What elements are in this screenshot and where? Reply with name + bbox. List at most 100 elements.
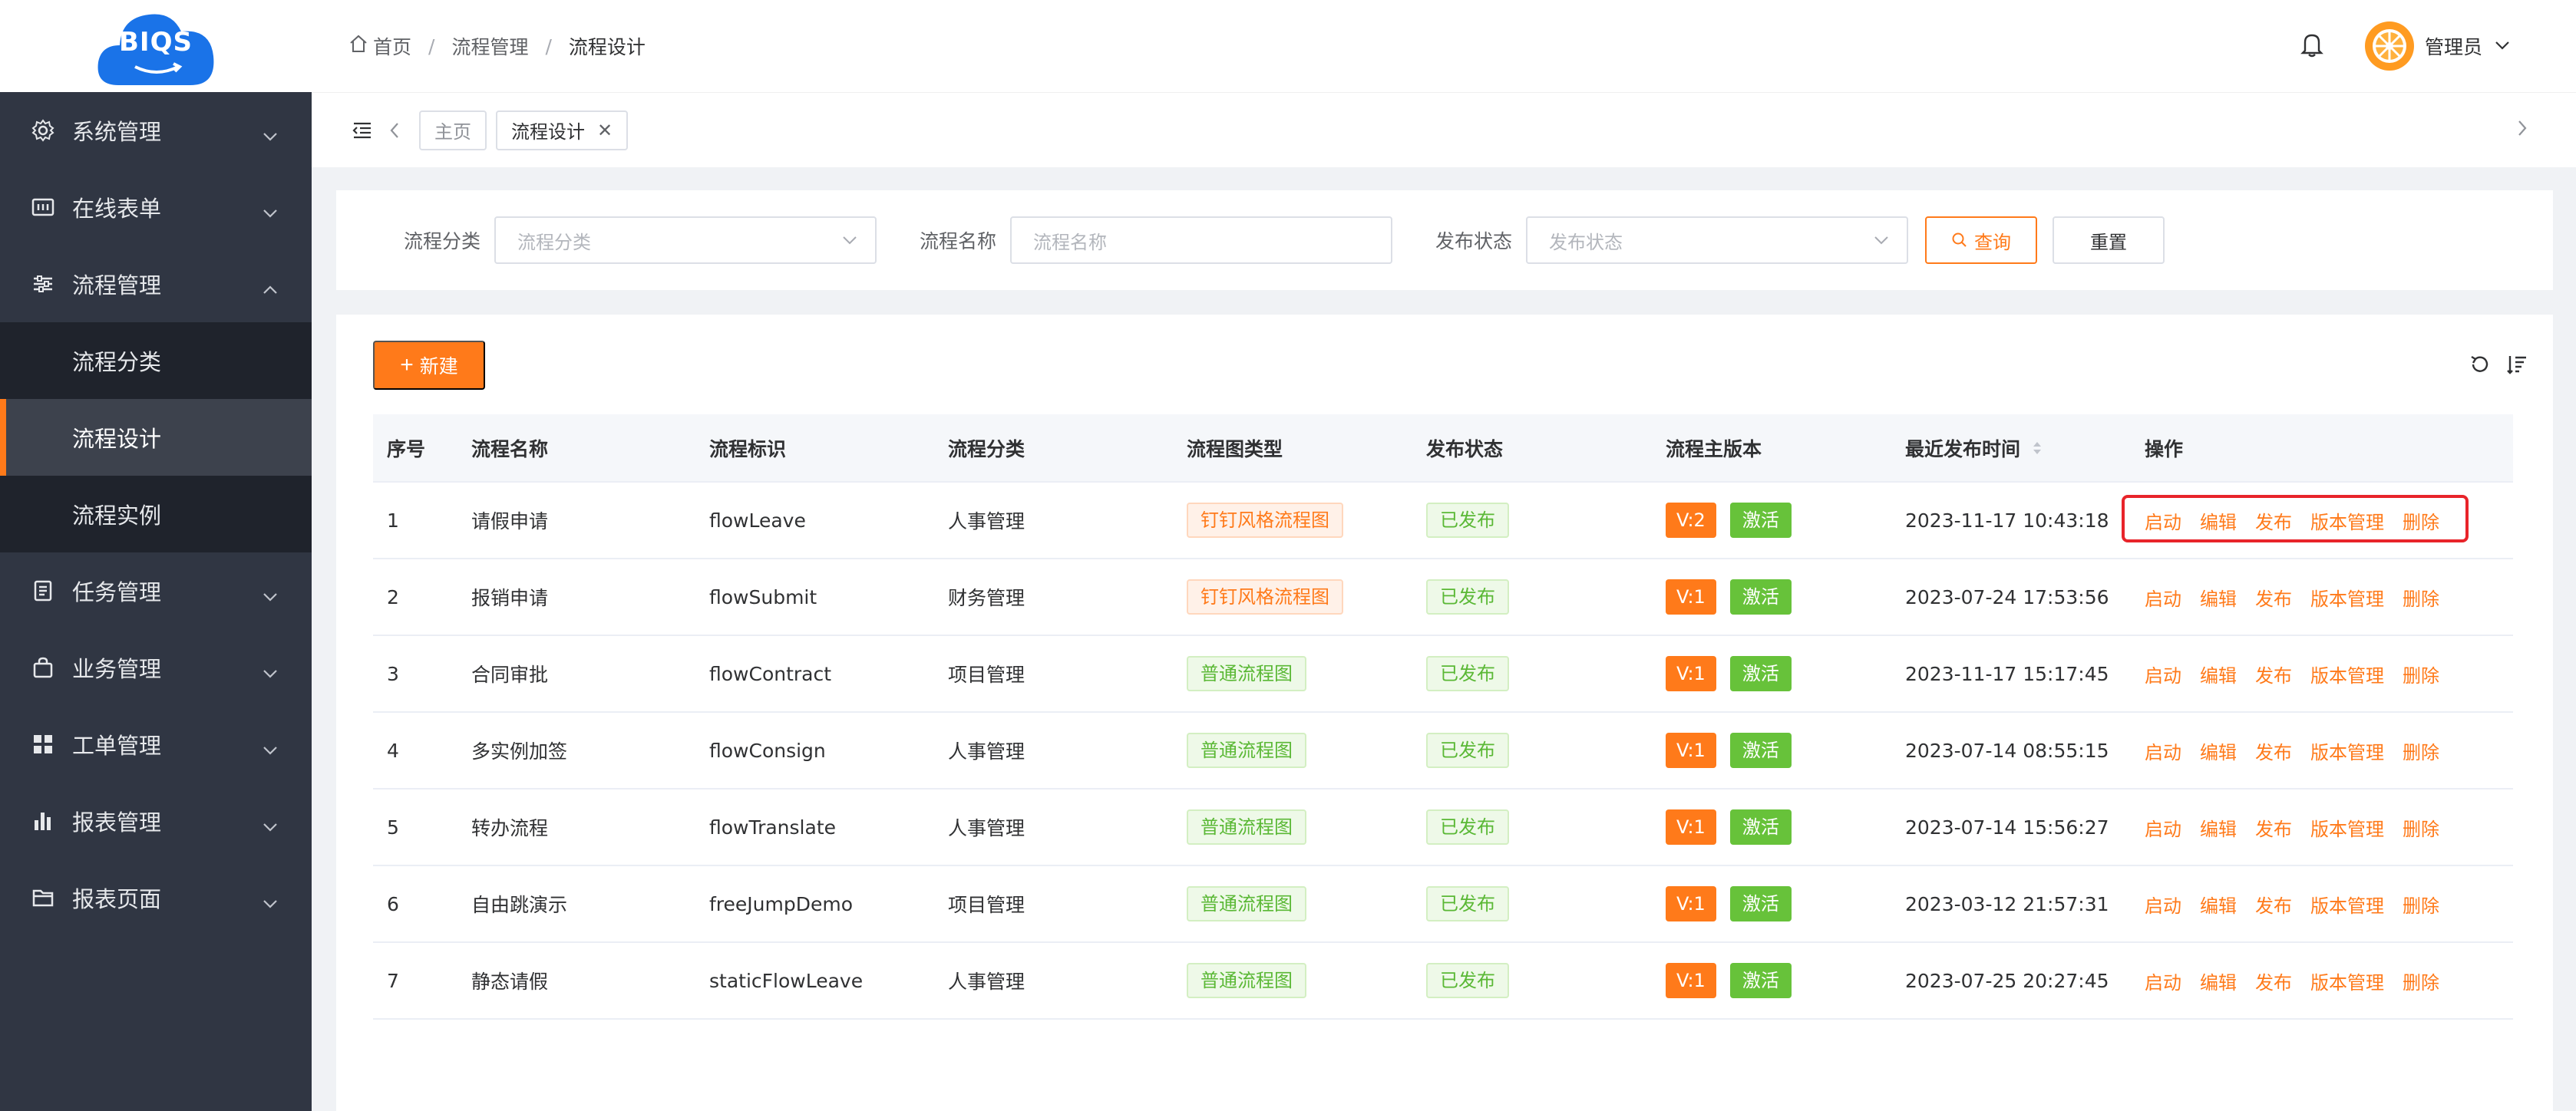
action-edit-link[interactable]: 编辑 xyxy=(2200,588,2237,610)
cell-no: 1 xyxy=(373,482,457,559)
version-badge[interactable]: V:1 xyxy=(1666,963,1716,998)
table-header-row: 序号 流程名称 流程标识 流程分类 流程图类型 发布状态 流程主版本 最近发布时… xyxy=(373,414,2513,483)
sidebar-item-report-page[interactable]: 报表页面 xyxy=(0,859,312,936)
column-settings-icon[interactable] xyxy=(2505,353,2528,376)
action-version-mgmt-link[interactable]: 版本管理 xyxy=(2310,588,2384,610)
sidebar-item-process-category[interactable]: 流程分类 xyxy=(0,322,312,399)
action-start-link[interactable]: 启动 xyxy=(2145,819,2181,840)
refresh-icon[interactable] xyxy=(2469,353,2492,376)
action-edit-link[interactable]: 编辑 xyxy=(2200,665,2237,687)
action-delete-link[interactable]: 删除 xyxy=(2403,819,2439,840)
version-badge[interactable]: V:1 xyxy=(1666,886,1716,921)
col-time[interactable]: 最近发布时间 xyxy=(1891,414,2131,483)
col-actions: 操作 xyxy=(2131,414,2513,483)
activate-badge[interactable]: 激活 xyxy=(1729,963,1792,998)
action-start-link[interactable]: 启动 xyxy=(2145,742,2181,763)
action-publish-link[interactable]: 发布 xyxy=(2255,972,2292,994)
action-version-mgmt-link[interactable]: 版本管理 xyxy=(2310,742,2384,763)
activate-badge[interactable]: 激活 xyxy=(1729,579,1792,615)
query-button[interactable]: 查询 xyxy=(1925,216,2038,264)
logo[interactable]: BIQS xyxy=(95,1,216,91)
sort-icon[interactable] xyxy=(2032,439,2043,462)
version-badge[interactable]: V:1 xyxy=(1666,809,1716,845)
action-start-link[interactable]: 启动 xyxy=(2145,588,2181,610)
category-select[interactable]: 流程分类 xyxy=(494,216,877,264)
sidebar-item-report-mgmt[interactable]: 报表管理 xyxy=(0,783,312,859)
sidebar-item-process-design[interactable]: 流程设计 xyxy=(0,399,312,476)
reset-button[interactable]: 重置 xyxy=(2053,216,2165,264)
action-publish-link[interactable]: 发布 xyxy=(2255,512,2292,533)
version-badge[interactable]: V:1 xyxy=(1666,579,1716,615)
sidebar-item-label: 任务管理 xyxy=(72,579,162,605)
activate-badge[interactable]: 激活 xyxy=(1729,809,1792,845)
cell-category: 人事管理 xyxy=(934,789,1173,866)
close-icon[interactable]: ✕ xyxy=(597,120,613,141)
action-publish-link[interactable]: 发布 xyxy=(2255,819,2292,840)
action-delete-link[interactable]: 删除 xyxy=(2403,742,2439,763)
table-row: 6 自由跳演示 freeJumpDemo 项目管理 普通流程图 已发布 V:1 激活 2023-… xyxy=(373,865,2513,943)
avatar[interactable] xyxy=(2364,21,2414,71)
status-badge: 已发布 xyxy=(1426,656,1509,691)
name-input[interactable]: 流程名称 xyxy=(1010,216,1393,264)
action-publish-link[interactable]: 发布 xyxy=(2255,895,2292,917)
chevron-down-icon xyxy=(263,582,278,608)
breadcrumb-process-mgmt[interactable]: 流程管理 xyxy=(451,32,528,60)
activate-badge[interactable]: 激活 xyxy=(1729,656,1792,691)
activate-badge[interactable]: 激活 xyxy=(1729,733,1792,768)
cell-time: 2023-03-12 21:57:31 xyxy=(1891,865,2131,943)
action-delete-link[interactable]: 删除 xyxy=(2403,972,2439,994)
sidebar-item-label: 流程管理 xyxy=(72,272,162,298)
tags-scroll-right-icon[interactable] xyxy=(2516,119,2528,140)
version-badge[interactable]: V:1 xyxy=(1666,656,1716,691)
cell-actions: 启动 编辑 发布 版本管理 删除 xyxy=(2131,942,2513,1020)
breadcrumb-home[interactable]: 首页 xyxy=(348,32,411,60)
process-table: 序号 流程名称 流程标识 流程分类 流程图类型 发布状态 流程主版本 最近发布时… xyxy=(373,414,2513,1020)
action-edit-link[interactable]: 编辑 xyxy=(2200,972,2237,994)
sidebar-item-online-form[interactable]: 在线表单 xyxy=(0,169,312,246)
collapse-menu-icon[interactable] xyxy=(352,120,373,140)
sidebar-item-system[interactable]: 系统管理 xyxy=(0,92,312,169)
action-delete-link[interactable]: 删除 xyxy=(2403,588,2439,610)
sidebar-item-task-mgmt[interactable]: 任务管理 xyxy=(0,552,312,629)
cell-version: V:1 激活 xyxy=(1652,865,1891,943)
action-start-link[interactable]: 启动 xyxy=(2145,972,2181,994)
activate-badge[interactable]: 激活 xyxy=(1729,503,1792,538)
cell-diagram-type: 普通流程图 xyxy=(1173,865,1412,943)
action-start-link[interactable]: 启动 xyxy=(2145,665,2181,687)
version-badge[interactable]: V:2 xyxy=(1666,503,1716,538)
sidebar-item-process-instance[interactable]: 流程实例 xyxy=(0,476,312,552)
action-start-link[interactable]: 启动 xyxy=(2145,512,2181,533)
username[interactable]: 管理员 xyxy=(2425,32,2482,60)
sidebar-item-workorder-mgmt[interactable]: 工单管理 xyxy=(0,706,312,783)
action-version-mgmt-link[interactable]: 版本管理 xyxy=(2310,512,2384,533)
cell-diagram-type: 普通流程图 xyxy=(1173,789,1412,866)
action-version-mgmt-link[interactable]: 版本管理 xyxy=(2310,819,2384,840)
chevron-down-icon[interactable] xyxy=(2495,39,2510,54)
action-version-mgmt-link[interactable]: 版本管理 xyxy=(2310,665,2384,687)
sidebar-item-business-mgmt[interactable]: 业务管理 xyxy=(0,629,312,706)
action-edit-link[interactable]: 编辑 xyxy=(2200,819,2237,840)
version-badge[interactable]: V:1 xyxy=(1666,733,1716,768)
bell-icon[interactable] xyxy=(2299,31,2325,61)
action-version-mgmt-link[interactable]: 版本管理 xyxy=(2310,972,2384,994)
sidebar-item-process-mgmt[interactable]: 流程管理 xyxy=(0,246,312,322)
tab-home[interactable]: 主页 xyxy=(419,110,487,150)
action-delete-link[interactable]: 删除 xyxy=(2403,512,2439,533)
status-select[interactable]: 发布状态 xyxy=(1526,216,1909,264)
action-publish-link[interactable]: 发布 xyxy=(2255,665,2292,687)
action-start-link[interactable]: 启动 xyxy=(2145,895,2181,917)
cell-status: 已发布 xyxy=(1412,559,1652,636)
action-publish-link[interactable]: 发布 xyxy=(2255,588,2292,610)
action-edit-link[interactable]: 编辑 xyxy=(2200,512,2237,533)
action-edit-link[interactable]: 编辑 xyxy=(2200,742,2237,763)
tags-scroll-left-icon[interactable] xyxy=(388,121,401,140)
action-delete-link[interactable]: 删除 xyxy=(2403,895,2439,917)
new-button[interactable]: + 新建 xyxy=(373,341,485,390)
tab-process-design[interactable]: 流程设计 ✕ xyxy=(496,110,629,150)
action-publish-link[interactable]: 发布 xyxy=(2255,742,2292,763)
action-edit-link[interactable]: 编辑 xyxy=(2200,895,2237,917)
activate-badge[interactable]: 激活 xyxy=(1729,886,1792,921)
action-delete-link[interactable]: 删除 xyxy=(2403,665,2439,687)
action-version-mgmt-link[interactable]: 版本管理 xyxy=(2310,895,2384,917)
row-actions: 启动 编辑 发布 版本管理 删除 xyxy=(2145,507,2513,534)
